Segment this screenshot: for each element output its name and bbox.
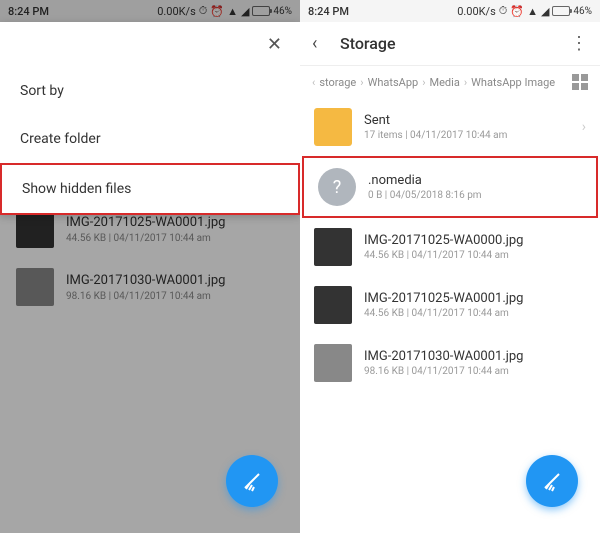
alarm-icon-2: ⏰ [510, 5, 524, 18]
battery-icon [552, 6, 570, 16]
status-right: 0.00K/s ⏱ ⏰ ▲ ◢ 46% [457, 4, 592, 18]
file-meta: 44.56 KB | 04/11/2017 10:44 am [364, 250, 586, 261]
alarm-icon: ⏱ [499, 4, 508, 18]
context-menu: ✕ Sort by Create folder Show hidden file… [0, 22, 300, 215]
file-row[interactable]: IMG-20171025-WA0000.jpg 44.56 KB | 04/11… [300, 218, 600, 276]
close-row: ✕ [0, 22, 300, 67]
file-row-nomedia[interactable]: ? .nomedia 0 B | 04/05/2018 8:16 pm [302, 156, 598, 218]
chevron-right-icon: › [582, 119, 586, 135]
signal-icon: ◢ [541, 5, 549, 18]
chevron-right-icon: › [422, 76, 425, 89]
file-name: IMG-20171025-WA0001.jpg [364, 291, 586, 306]
broom-icon [240, 469, 264, 493]
file-row[interactable]: IMG-20171030-WA0001.jpg 98.16 KB | 04/11… [300, 334, 600, 392]
menu-create-folder[interactable]: Create folder [0, 115, 300, 163]
chevron-left-icon: ‹ [312, 76, 315, 89]
status-bar: 8:24 PM 0.00K/s ⏱ ⏰ ▲ ◢ 46% [300, 0, 600, 22]
file-meta: 0 B | 04/05/2018 8:16 pm [368, 190, 582, 201]
image-thumbnail [314, 344, 352, 382]
image-thumbnail [314, 228, 352, 266]
file-name: .nomedia [368, 173, 582, 188]
crumb-item[interactable]: WhatsApp Image [471, 76, 555, 89]
crumb-item[interactable]: WhatsApp [368, 76, 419, 89]
file-meta: 98.16 KB | 04/11/2017 10:44 am [364, 366, 586, 377]
file-meta: 44.56 KB | 04/11/2017 10:44 am [364, 308, 586, 319]
folder-row-sent[interactable]: Sent 17 items | 04/11/2017 10:44 am › [300, 98, 600, 156]
fab-button[interactable] [226, 455, 278, 507]
menu-sort-by[interactable]: Sort by [0, 67, 300, 115]
app-bar: ‹ Storage ⋮ [300, 22, 600, 66]
image-thumbnail [314, 286, 352, 324]
file-name: Sent [364, 113, 570, 128]
wifi-icon: ▲ [527, 5, 538, 18]
breadcrumb[interactable]: ‹ storage › WhatsApp › Media › WhatsApp … [300, 66, 600, 98]
left-phone: 8:24 PM 0.00K/s ⏱ ⏰ ▲ ◢ 46% IMG-20171025… [0, 0, 300, 533]
file-name: IMG-20171030-WA0001.jpg [364, 349, 586, 364]
unknown-file-icon: ? [318, 168, 356, 206]
chevron-right-icon: › [360, 76, 363, 89]
folder-icon [314, 108, 352, 146]
file-row[interactable]: IMG-20171025-WA0001.jpg 44.56 KB | 04/11… [300, 276, 600, 334]
menu-show-hidden-files[interactable]: Show hidden files [0, 163, 300, 215]
close-icon[interactable]: ✕ [267, 34, 282, 55]
crumb-item[interactable]: storage [319, 76, 356, 89]
back-icon[interactable]: ‹ [312, 33, 332, 54]
file-name: IMG-20171025-WA0000.jpg [364, 233, 586, 248]
file-meta: 17 items | 04/11/2017 10:44 am [364, 130, 570, 141]
more-icon[interactable]: ⋮ [570, 33, 588, 54]
status-time: 8:24 PM [308, 5, 349, 18]
chevron-right-icon: › [464, 76, 467, 89]
file-list: Sent 17 items | 04/11/2017 10:44 am › ? … [300, 98, 600, 392]
status-speed: 0.00K/s [457, 5, 496, 18]
battery-percent: 46% [573, 6, 592, 17]
grid-view-icon[interactable] [572, 74, 588, 90]
fab-button[interactable] [526, 455, 578, 507]
crumb-item[interactable]: Media [430, 76, 460, 89]
broom-icon [540, 469, 564, 493]
page-title: Storage [340, 34, 570, 53]
right-phone: 8:24 PM 0.00K/s ⏱ ⏰ ▲ ◢ 46% ‹ Storage ⋮ … [300, 0, 600, 533]
